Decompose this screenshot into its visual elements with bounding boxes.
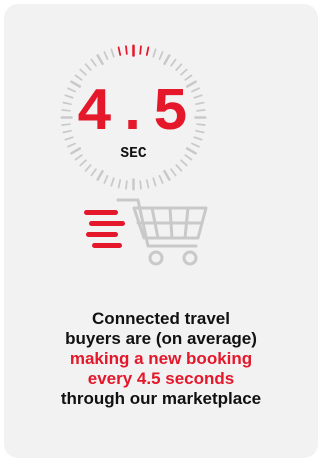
dial-tick bbox=[175, 164, 183, 172]
statement-highlight-2: every 4.5 seconds bbox=[87, 369, 235, 388]
dial-tick bbox=[184, 154, 193, 161]
timer-unit: SEC bbox=[120, 146, 146, 162]
dial-tick bbox=[152, 177, 157, 187]
dial-tick bbox=[74, 154, 83, 161]
statement-line-2: buyers are (on average) bbox=[65, 329, 257, 348]
dial-tick bbox=[152, 48, 157, 58]
speed-lines bbox=[84, 210, 125, 248]
dial-tick bbox=[70, 147, 82, 155]
dial-tick bbox=[191, 87, 200, 93]
dial-tick bbox=[79, 159, 87, 167]
dial-tick bbox=[193, 136, 203, 141]
dial-tick bbox=[117, 46, 122, 56]
dial-tick bbox=[62, 129, 72, 134]
dial-tick bbox=[84, 63, 92, 71]
stat-card: 4.5 SEC Connected travel buyers are (on … bbox=[4, 4, 318, 458]
timer-value: 4.5 bbox=[77, 80, 191, 148]
dial-tick bbox=[139, 45, 142, 55]
dial-tick bbox=[96, 169, 104, 181]
dial-tick bbox=[67, 142, 76, 148]
dial-tick bbox=[64, 94, 74, 99]
dial-tick bbox=[175, 63, 183, 71]
dial-tick bbox=[96, 54, 104, 66]
dial-tick bbox=[196, 109, 206, 112]
dial-tick bbox=[110, 48, 115, 58]
dial-tick bbox=[145, 179, 150, 189]
dial-tick bbox=[79, 68, 87, 76]
dial-tick bbox=[61, 109, 71, 112]
dial-tick bbox=[110, 177, 115, 187]
statement-line-5: through our marketplace bbox=[60, 389, 262, 408]
dial-tick bbox=[185, 147, 197, 155]
dial-tick bbox=[158, 51, 164, 60]
dial-tick bbox=[170, 58, 177, 67]
dial-tick bbox=[145, 46, 150, 56]
dial-tick bbox=[195, 101, 205, 106]
dial-tick bbox=[163, 54, 171, 66]
booking-statement: Connected travel buyers are (on average)… bbox=[14, 309, 308, 409]
dial-tick bbox=[103, 175, 109, 184]
dial-tick bbox=[62, 101, 72, 106]
dial-tick bbox=[191, 142, 200, 148]
dial-tick bbox=[170, 168, 177, 177]
dial-tick bbox=[195, 129, 205, 134]
stopwatch-dial-icon: 4.5 SEC bbox=[60, 44, 207, 191]
statement-line-1: Connected travel bbox=[92, 309, 230, 328]
dial-tick bbox=[84, 164, 92, 172]
dial-tick bbox=[125, 45, 128, 55]
dial-tick bbox=[67, 87, 76, 93]
dial-tick bbox=[180, 68, 188, 76]
dial-tick bbox=[103, 51, 109, 60]
dial-tick bbox=[158, 175, 164, 184]
dial-tick bbox=[196, 123, 206, 126]
dial-tick bbox=[180, 159, 188, 167]
dial-tick bbox=[193, 94, 203, 99]
dial-tick bbox=[61, 123, 71, 126]
statement-highlight-1: making a new booking bbox=[69, 349, 253, 368]
dial-tick bbox=[163, 169, 171, 181]
dial-tick bbox=[139, 180, 142, 190]
dial-tick bbox=[90, 168, 97, 177]
cart-outline bbox=[116, 198, 208, 266]
dial-tick bbox=[90, 58, 97, 67]
dial-tick bbox=[64, 136, 74, 141]
speeding-shopping-cart-icon bbox=[84, 198, 208, 266]
dial-tick bbox=[117, 179, 122, 189]
dial-tick bbox=[125, 180, 128, 190]
